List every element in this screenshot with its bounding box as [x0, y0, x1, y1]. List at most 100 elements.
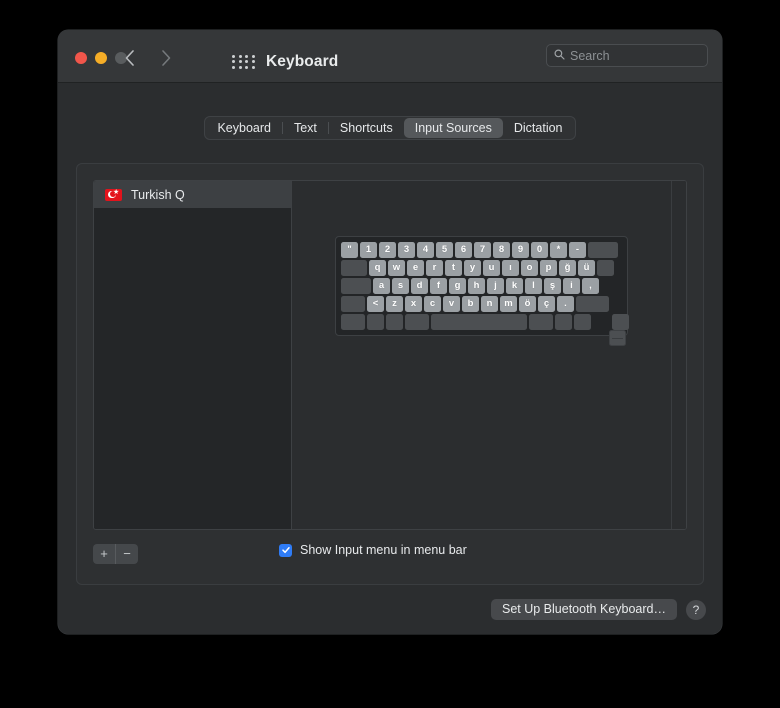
keyboard-key: 5	[436, 242, 453, 258]
panel-bottom-controls: + − Show Input menu in menu bar	[93, 543, 687, 568]
show-input-menu-checkbox-row[interactable]: Show Input menu in menu bar	[279, 543, 467, 557]
input-sources-panel: Turkish Q " 1 2 3 4 5 6 7 8 9 0 * - q w e r t y u ı o p ğ ü a s d f g…	[76, 163, 704, 585]
keyboard-key: f	[430, 278, 447, 294]
keyboard-key: ğ	[559, 260, 576, 276]
keyboard-key: ç	[538, 296, 555, 312]
keyboard-row: < z x c v b n m ö ç.	[341, 296, 622, 312]
keyboard-row	[341, 314, 629, 346]
list-item[interactable]: Turkish Q	[94, 181, 291, 208]
keyboard-key: p	[540, 260, 557, 276]
search-placeholder: Search	[570, 48, 610, 63]
keyboard-key: j	[487, 278, 504, 294]
grid-dot	[238, 65, 242, 69]
keyboard-key: 7	[474, 242, 491, 258]
tab-text[interactable]: Text	[283, 118, 328, 138]
grid-dot	[232, 60, 235, 64]
keyboard-key: a	[373, 278, 390, 294]
keyboard-key: c	[424, 296, 441, 312]
keyboard-key: ş	[544, 278, 561, 294]
tab-input-sources[interactable]: Input Sources	[403, 118, 503, 138]
tab-group: Keyboard Text Shortcuts Input Sources Di…	[204, 116, 576, 140]
grid-dot	[245, 60, 249, 64]
set-up-bluetooth-keyboard-button[interactable]: Set Up Bluetooth Keyboard…	[491, 599, 677, 620]
grid-dot	[251, 60, 255, 64]
keyboard-key: "	[341, 242, 358, 258]
help-button[interactable]: ?	[686, 599, 706, 620]
grid-dot	[245, 65, 249, 69]
keyboard-layout-preview: " 1 2 3 4 5 6 7 8 9 0 * - q w e r t y u ı o p ğ ü a s d f g h j k l ş i, < z x…	[335, 236, 629, 346]
keyboard-key-blank	[529, 314, 553, 330]
tab-keyboard[interactable]: Keyboard	[206, 118, 282, 138]
remove-input-source-button[interactable]: −	[116, 544, 138, 564]
window-title: Keyboard	[266, 53, 339, 70]
grid-dot	[251, 55, 255, 58]
keyboard-key-blank	[609, 330, 626, 346]
close-button[interactable]	[75, 52, 87, 64]
keyboard-key-blank	[341, 314, 365, 330]
window-footer: Set Up Bluetooth Keyboard… ?	[491, 599, 706, 620]
grid-dot	[232, 65, 235, 69]
keyboard-key: m	[500, 296, 517, 312]
search-field[interactable]: Search	[546, 44, 708, 67]
keyboard-key: -	[569, 242, 586, 258]
keyboard-key: q	[369, 260, 386, 276]
navigation-buttons	[124, 49, 176, 67]
keyboard-row: asdfghjklşi,	[341, 278, 622, 294]
keyboard-key: v	[443, 296, 460, 312]
keyboard-key: d	[411, 278, 428, 294]
keyboard-key: r	[426, 260, 443, 276]
keyboard-key: 0	[531, 242, 548, 258]
minimize-button[interactable]	[95, 52, 107, 64]
keyboard-row: " 1 2 3 4 5 6 7 8 9 0 * -	[341, 242, 622, 258]
keyboard-key: 1	[360, 242, 377, 258]
keyboard-key-blank	[576, 296, 609, 312]
grid-dot	[238, 60, 242, 64]
keyboard-key: y	[464, 260, 481, 276]
keyboard-key-blank	[367, 314, 384, 330]
keyboard-key: <	[367, 296, 384, 312]
keyboard-key: *	[550, 242, 567, 258]
back-chevron-icon[interactable]	[124, 49, 140, 67]
show-all-grid-icon[interactable]	[232, 55, 256, 69]
keyboard-key: e	[407, 260, 424, 276]
add-input-source-button[interactable]: +	[93, 544, 115, 564]
keyboard-key: 8	[493, 242, 510, 258]
add-remove-button-group: + −	[93, 544, 138, 564]
keyboard-key: ö	[519, 296, 536, 312]
keyboard-key-blank	[574, 314, 591, 330]
tab-shortcuts[interactable]: Shortcuts	[329, 118, 404, 138]
keyboard-key-blank	[341, 278, 371, 294]
split-view: Turkish Q " 1 2 3 4 5 6 7 8 9 0 * - q w e r t y u ı o p ğ ü a s d f g…	[93, 180, 687, 530]
show-input-menu-checkbox[interactable]	[279, 543, 292, 557]
input-source-list[interactable]: Turkish Q	[94, 181, 292, 529]
keyboard-key: g	[449, 278, 466, 294]
keyboard-key-blank	[386, 314, 403, 330]
keyboard-key: 4	[417, 242, 434, 258]
keyboard-key: l	[525, 278, 542, 294]
keyboard-key: s	[392, 278, 409, 294]
window-body: Keyboard Text Shortcuts Input Sources Di…	[58, 83, 722, 634]
input-source-label: Turkish Q	[131, 187, 185, 202]
preview-scrollbar[interactable]	[671, 181, 686, 529]
grid-dot	[238, 55, 242, 58]
keyboard-key: u	[483, 260, 500, 276]
keyboard-key-blank	[588, 242, 618, 258]
forward-chevron-icon[interactable]	[160, 49, 176, 67]
show-input-menu-label: Show Input menu in menu bar	[300, 543, 467, 557]
keyboard-key: w	[388, 260, 405, 276]
tab-dictation[interactable]: Dictation	[503, 118, 574, 138]
keyboard-preferences-window: Keyboard Search Keyboard Text Shortcuts …	[58, 30, 722, 634]
keyboard-key: 2	[379, 242, 396, 258]
keyboard-key: h	[468, 278, 485, 294]
keyboard-key: t	[445, 260, 462, 276]
keyboard-key: .	[557, 296, 574, 312]
grid-dot	[251, 65, 255, 69]
keyboard-key: x	[405, 296, 422, 312]
turkey-flag-icon	[105, 188, 122, 201]
search-icon	[554, 47, 565, 65]
keyboard-layout-preview-pane: " 1 2 3 4 5 6 7 8 9 0 * - q w e r t y u ı o p ğ ü a s d f g h j k l ş i, < z x…	[292, 181, 686, 529]
keyboard-key: ,	[582, 278, 599, 294]
keyboard-key-blank	[555, 314, 572, 330]
tab-bar: Keyboard Text Shortcuts Input Sources Di…	[58, 116, 722, 140]
keyboard-key-blank	[612, 314, 629, 330]
